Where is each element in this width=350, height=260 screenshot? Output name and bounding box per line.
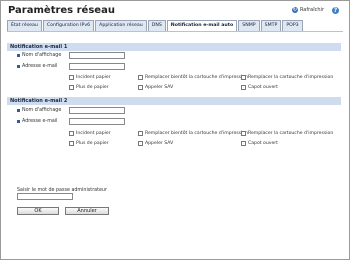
admin-password-input[interactable] [17,193,73,200]
section-header-notification-2: Notification e-mail 2 [7,97,341,105]
email-label-2: Adresse e-mail [17,119,58,124]
bullet-icon [17,120,20,123]
checkbox-box[interactable] [241,141,246,146]
section-header-notification-1: Notification e-mail 1 [7,43,341,51]
checkbox-capot-ouvert-1[interactable]: Capot ouvert [241,85,278,90]
checkbox-box[interactable] [69,141,74,146]
ok-button[interactable]: OK [17,207,59,215]
email-input-1[interactable] [69,63,125,70]
email-label-1: Adresse e-mail [17,64,58,69]
checkbox-box[interactable] [138,141,143,146]
help-icon[interactable]: ? [332,7,339,14]
bullet-icon [17,54,20,57]
checkbox-incident-papier-2[interactable]: Incident papier [69,131,111,136]
display-name-label-2: Nom d'affichage [17,108,61,113]
cancel-button[interactable]: Annuler [65,207,109,215]
checkbox-box[interactable] [69,131,74,136]
refresh-label: Rafraîchir [299,7,324,13]
checkbox-box[interactable] [138,131,143,136]
page-title: Paramètres réseau [8,5,115,16]
checkbox-box[interactable] [241,131,246,136]
checkbox-box[interactable] [138,85,143,90]
checkbox-box[interactable] [69,85,74,90]
display-name-label-1: Nom d'affichage [17,53,61,58]
display-name-input-1[interactable] [69,52,125,59]
checkbox-appeler-sav-2[interactable]: Appeler SAV [138,141,173,146]
checkbox-remplacer-bientot-1[interactable]: Remplacer bientôt la cartouche d'impress… [138,75,248,80]
checkbox-box[interactable] [241,85,246,90]
checkbox-remplacer-cartouche-1[interactable]: Remplacer la cartouche d'impression [241,75,333,80]
checkbox-capot-ouvert-2[interactable]: Capot ouvert [241,141,278,146]
refresh-icon: ↻ [291,7,298,13]
checkbox-plus-de-papier-1[interactable]: Plus de papier [69,85,109,90]
checkbox-box[interactable] [241,75,246,80]
bullet-icon [17,109,20,112]
refresh-button[interactable]: ↻ Rafraîchir [291,7,324,13]
checkbox-remplacer-cartouche-2[interactable]: Remplacer la cartouche d'impression [241,131,333,136]
window-frame: Paramètres réseau ↻ Rafraîchir ? État ré… [0,0,350,260]
tab-divider [7,31,343,32]
display-name-input-2[interactable] [69,107,125,114]
bullet-icon [17,65,20,68]
checkbox-box[interactable] [138,75,143,80]
checkbox-remplacer-bientot-2[interactable]: Remplacer bientôt la cartouche d'impress… [138,131,248,136]
checkbox-appeler-sav-1[interactable]: Appeler SAV [138,85,173,90]
email-input-2[interactable] [69,118,125,125]
checkbox-incident-papier-1[interactable]: Incident papier [69,75,111,80]
checkbox-plus-de-papier-2[interactable]: Plus de papier [69,141,109,146]
checkbox-box[interactable] [69,75,74,80]
